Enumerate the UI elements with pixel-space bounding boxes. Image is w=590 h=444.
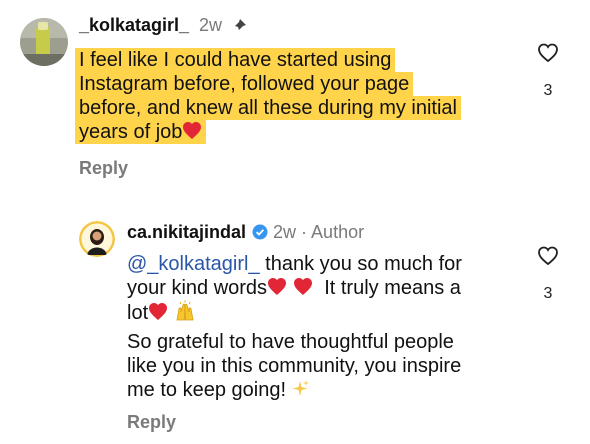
reply-line-2: your kind words It truly means a — [127, 277, 461, 299]
heart-outline-icon[interactable] — [537, 42, 559, 64]
author-label: Author — [311, 222, 365, 242]
pin-icon — [231, 18, 247, 34]
reply-line-3: lot — [127, 300, 196, 325]
comment-like-count: 3 — [543, 82, 553, 99]
comment-line-1: I feel like I could have started using — [75, 48, 396, 72]
reply-line-1: @_kolkatagirl_ thank you so much for — [127, 253, 462, 275]
comment-reply-button[interactable]: Reply — [79, 158, 128, 179]
mention-link[interactable]: @_kolkatagirl_ — [127, 253, 260, 275]
comment-line-4: years of job — [75, 120, 207, 144]
comment-timestamp: 2w — [199, 15, 223, 35]
comment-line-3: before, and knew all these during my ini… — [75, 96, 461, 120]
comment-line-2: Instagram before, followed your page — [75, 72, 414, 96]
reply-username[interactable]: ca.nikitajindal — [127, 222, 246, 243]
heart-emoji-icon — [293, 277, 313, 297]
raising-hands-icon — [174, 300, 196, 322]
reply-reply-button[interactable]: Reply — [127, 412, 176, 433]
heart-emoji-icon — [148, 302, 168, 322]
avatar-kolkatagirl[interactable] — [20, 18, 68, 66]
reply-para2-line-3: me to keep going! — [127, 378, 310, 402]
heart-emoji-icon — [182, 121, 202, 141]
verified-badge-icon — [252, 224, 268, 240]
avatar-nikitajindal[interactable] — [79, 221, 115, 257]
reply-like-count: 3 — [543, 285, 553, 302]
reply-para2-line-2: like you in this community, you inspire — [127, 355, 462, 377]
avatar-image — [20, 18, 68, 66]
sparkles-icon — [290, 379, 310, 399]
heart-emoji-icon — [267, 277, 287, 297]
reply-para2-line-1: So grateful to have thoughtful people — [127, 331, 454, 353]
heart-outline-icon[interactable] — [537, 245, 559, 267]
reply-timestamp: 2w · Author — [273, 222, 365, 242]
avatar-image — [79, 221, 115, 257]
comment-username[interactable]: _kolkatagirl_ — [79, 15, 189, 36]
